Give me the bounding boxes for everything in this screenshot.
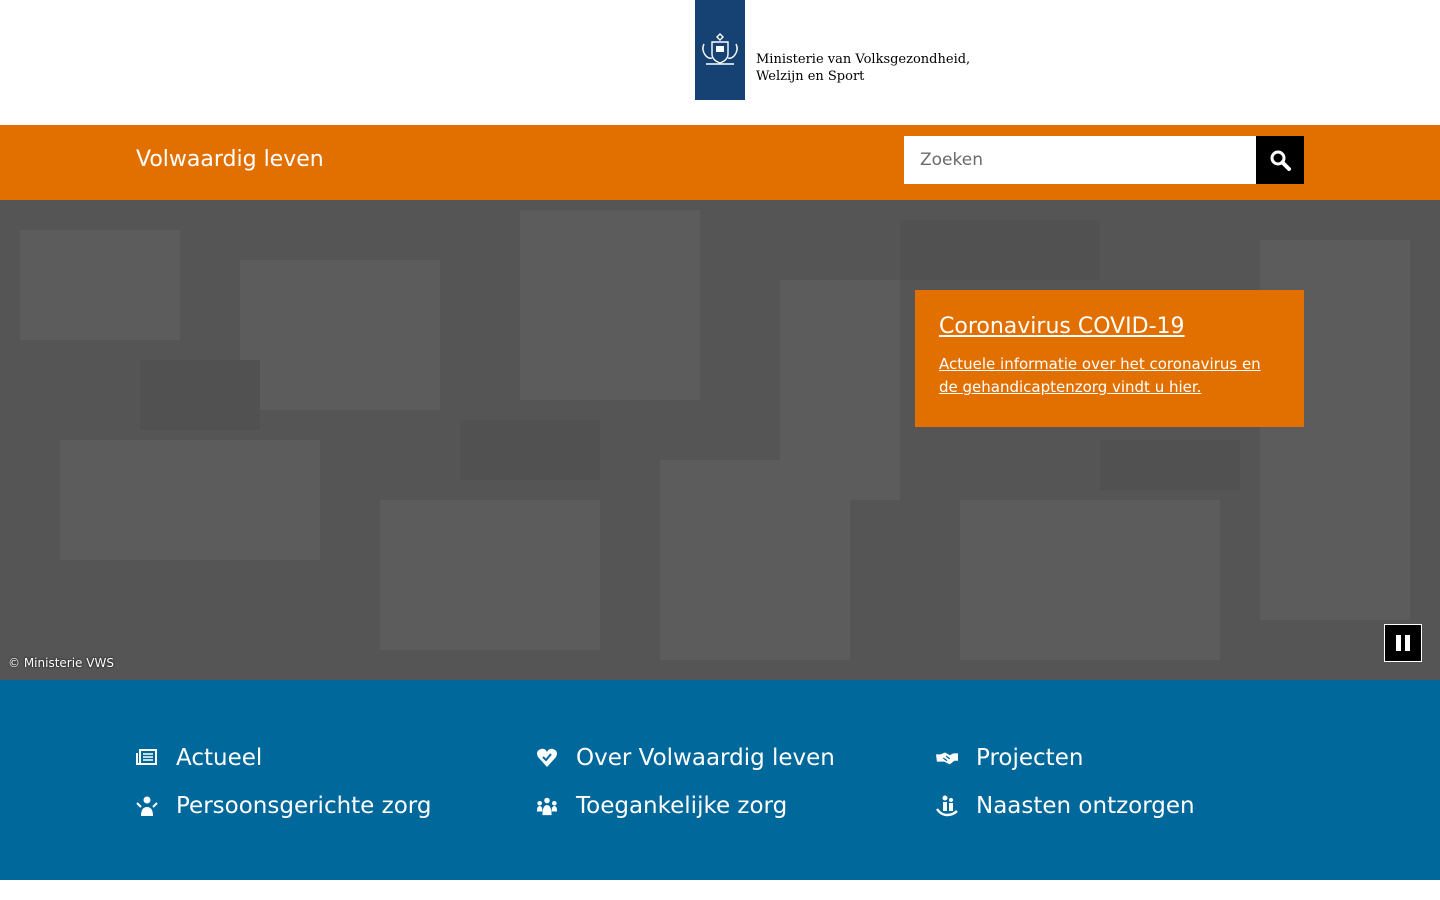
covid-callout: Coronavirus COVID-19 Actuele informatie …: [915, 290, 1304, 427]
handshake-icon: [936, 747, 958, 769]
hero-banner: Coronavirus COVID-19 Actuele informatie …: [0, 200, 1440, 680]
site-header: Ministerie van Volksgezondheid, Welzijn …: [0, 0, 1440, 125]
person-care-icon: [136, 795, 158, 817]
nav-item-label: Over Volwaardig leven: [576, 745, 835, 771]
coat-of-arms-icon: [702, 33, 738, 65]
pause-icon-bar-left: [1396, 635, 1401, 651]
ministry-name: Ministerie van Volksgezondheid, Welzijn …: [756, 51, 970, 85]
nav-item-label: Actueel: [176, 745, 263, 771]
nav-item-label: Projecten: [976, 745, 1084, 771]
nav-item-label: Persoonsgerichte zorg: [176, 793, 432, 819]
image-credit: © Ministerie VWS: [8, 656, 114, 670]
caregiver-icon: [936, 795, 958, 817]
covid-callout-title[interactable]: Coronavirus COVID-19: [939, 314, 1280, 339]
hero-background-image: [20, 210, 1410, 660]
site-title[interactable]: Volwaardig leven: [136, 147, 324, 172]
nav-item-naasten-ontzorgen[interactable]: Naasten ontzorgen: [936, 790, 1195, 822]
pause-button[interactable]: [1384, 624, 1422, 662]
nav-item-persoonsgerichte-zorg[interactable]: Persoonsgerichte zorg: [136, 790, 431, 822]
page-bottom: [0, 880, 1440, 900]
pause-icon-bar-right: [1405, 635, 1410, 651]
search-button[interactable]: [1256, 136, 1304, 184]
ministry-name-line1: Ministerie van Volksgezondheid,: [756, 52, 971, 67]
top-bar: Volwaardig leven: [0, 125, 1440, 200]
nav-item-label: Toegankelijke zorg: [576, 793, 788, 819]
covid-callout-link[interactable]: Actuele informatie over het coronavirus …: [939, 353, 1280, 399]
heart-icon: [536, 747, 558, 769]
nav-item-projecten[interactable]: Projecten: [936, 742, 1083, 774]
rijksoverheid-logo[interactable]: [695, 0, 745, 100]
nav-item-over-volwaardig-leven[interactable]: Over Volwaardig leven: [536, 742, 835, 774]
people-icon: [536, 795, 558, 817]
newspaper-icon: [136, 747, 158, 769]
ministry-name-line2: Welzijn en Sport: [756, 69, 865, 84]
nav-item-actueel[interactable]: Actueel: [136, 742, 262, 774]
search-input[interactable]: [904, 136, 1256, 184]
main-navigation: Actueel Over Volwaardig leven Projecten …: [0, 680, 1440, 880]
nav-item-toegankelijke-zorg[interactable]: Toegankelijke zorg: [536, 790, 787, 822]
search-icon: [1270, 150, 1291, 171]
nav-item-label: Naasten ontzorgen: [976, 793, 1195, 819]
